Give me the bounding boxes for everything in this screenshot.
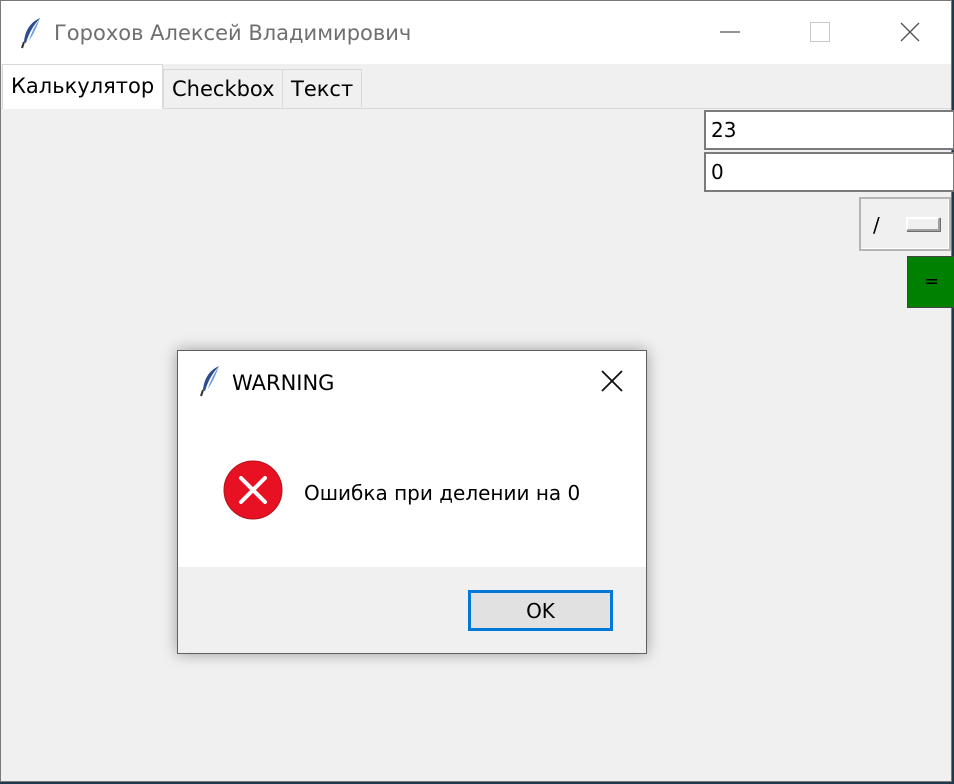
feather-icon bbox=[200, 365, 222, 397]
minimize-icon bbox=[720, 31, 740, 33]
dialog-message: Ошибка при делении на 0 bbox=[304, 481, 581, 505]
equals-button[interactable]: = bbox=[907, 256, 954, 308]
main-window: Горохов Алексей Владимирович Калькулятор… bbox=[0, 0, 954, 782]
tab-bar: Калькулятор Checkbox Текст bbox=[1, 64, 951, 109]
dialog-title: WARNING bbox=[232, 371, 335, 395]
window-title: Горохов Алексей Владимирович bbox=[54, 21, 412, 45]
close-icon bbox=[900, 22, 920, 42]
ok-button[interactable]: OK bbox=[468, 590, 613, 631]
operand2-field[interactable]: 0 bbox=[704, 152, 954, 192]
close-button[interactable] bbox=[865, 1, 954, 64]
tab-text[interactable]: Текст bbox=[282, 69, 363, 107]
dialog-footer: OK bbox=[178, 567, 646, 653]
maximize-button[interactable] bbox=[775, 1, 865, 64]
close-icon bbox=[601, 370, 623, 392]
minimize-button[interactable] bbox=[685, 1, 775, 64]
tab-checkbox[interactable]: Checkbox bbox=[163, 69, 284, 107]
feather-icon bbox=[21, 17, 43, 49]
warning-dialog: WARNING Ошибка при делении на 0 OK bbox=[177, 350, 647, 654]
operand1-field[interactable]: 23 bbox=[704, 110, 954, 150]
operation-value: / bbox=[873, 213, 880, 237]
title-bar[interactable]: Горохов Алексей Владимирович bbox=[1, 1, 951, 64]
error-icon bbox=[223, 460, 283, 520]
dialog-close-button[interactable] bbox=[590, 359, 634, 403]
tab-calculator[interactable]: Калькулятор bbox=[2, 64, 164, 109]
maximize-icon bbox=[810, 22, 830, 42]
operation-menu[interactable]: / bbox=[859, 197, 951, 251]
option-menu-indicator-icon bbox=[906, 217, 940, 231]
